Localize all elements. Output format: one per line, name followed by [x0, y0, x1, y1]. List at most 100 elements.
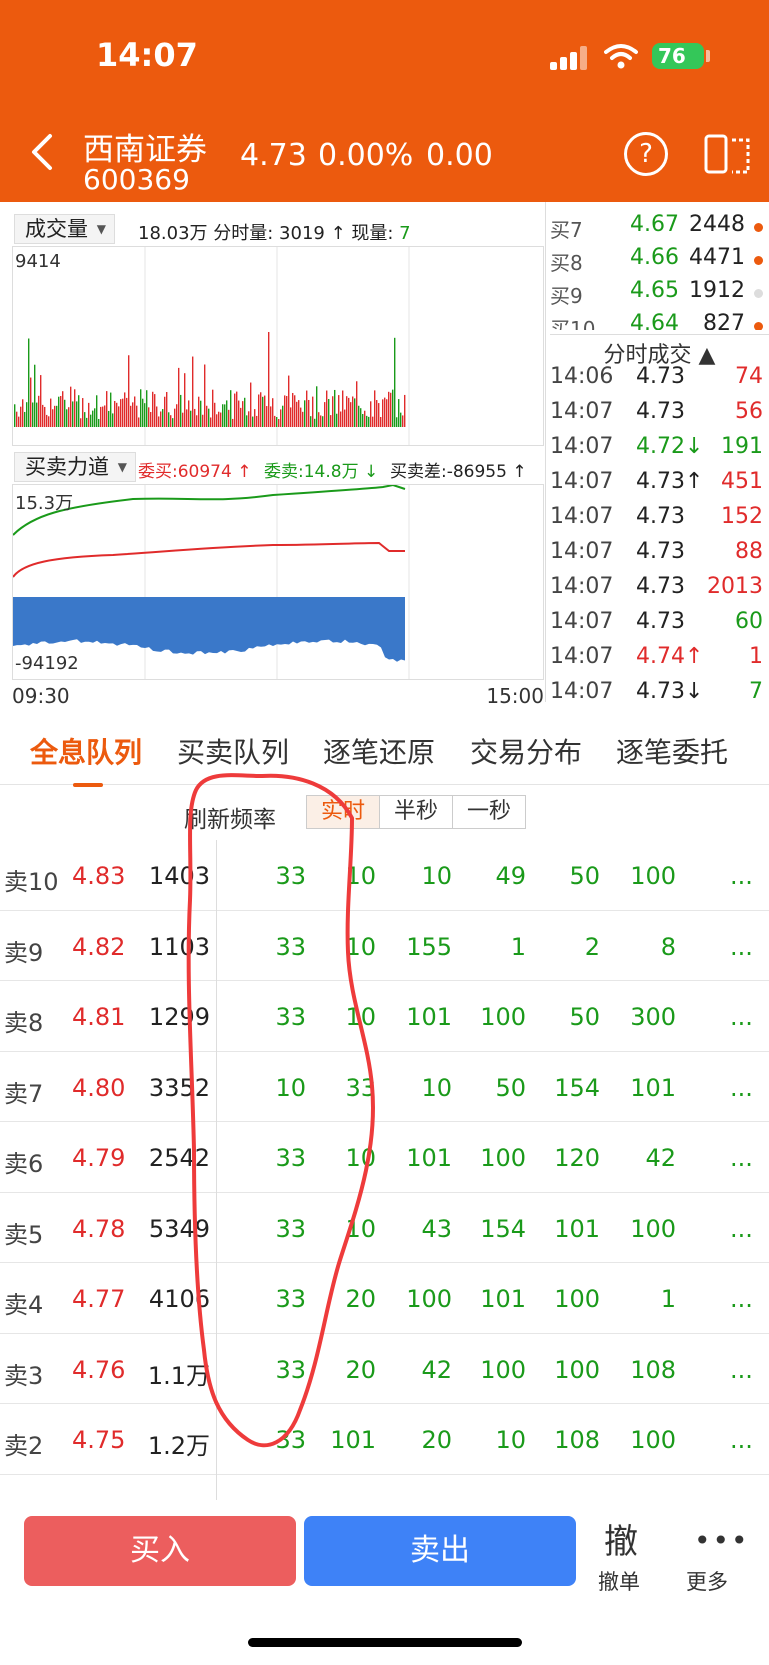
- tick-row: 14:06 4.73 74: [550, 360, 769, 395]
- queue-level-label: 卖4: [4, 1291, 44, 1319]
- volume-indicator-dropdown[interactable]: 成交量 ▼: [14, 214, 115, 244]
- force-bottom-label: -94192: [15, 653, 79, 674]
- queue-row[interactable]: 卖14.741.1万10037100310...: [0, 1475, 769, 1501]
- queue-more-icon[interactable]: ...: [730, 1356, 753, 1384]
- volume-bar: [36, 402, 38, 427]
- queue-more-icon[interactable]: ...: [730, 1144, 753, 1172]
- volume-bar: [238, 400, 240, 427]
- volume-bar: [286, 396, 288, 427]
- help-icon[interactable]: ?: [624, 132, 668, 176]
- tab-full-queue[interactable]: 全息队列: [30, 731, 142, 771]
- buy-button[interactable]: 买入: [24, 1516, 296, 1586]
- volume-bar: [320, 415, 322, 427]
- volume-bar: [148, 407, 150, 427]
- tab-trade-distribution[interactable]: 交易分布: [470, 731, 582, 771]
- force-indicator-dropdown[interactable]: 买卖力道 ▼: [14, 452, 136, 482]
- tick-price: 4.73↓: [636, 679, 704, 704]
- buy-level-row: 买7 4.67 2448: [550, 210, 769, 243]
- volume-bar: [246, 415, 248, 427]
- tick-time: 14:07: [550, 609, 614, 634]
- volume-bar: [30, 377, 32, 427]
- volume-bar: [294, 395, 296, 427]
- volume-bar: [370, 401, 372, 427]
- volume-bar: [278, 418, 280, 427]
- queue-order-cell: 20: [345, 1355, 376, 1384]
- tab-tick-restore[interactable]: 逐笔还原: [323, 731, 435, 771]
- battery-level: 76: [658, 44, 686, 68]
- queue-row[interactable]: 卖3 4.76 1.1万 33 20 42 100 100 108...: [0, 1334, 769, 1404]
- queue-row[interactable]: 卖6 4.79 2542 33 10 101 100 120 42...: [0, 1122, 769, 1193]
- volume-bar: [84, 412, 86, 427]
- tab-order-by-order[interactable]: 逐笔委托: [616, 731, 728, 771]
- refresh-realtime-button[interactable]: 实时: [307, 796, 381, 828]
- queue-more-icon[interactable]: ...: [730, 933, 753, 961]
- switch-stock-icon[interactable]: [704, 132, 752, 176]
- tick-row: 14:07 4.73 2013: [550, 570, 769, 605]
- order-diff: 买卖差:-86955 ↑: [390, 462, 527, 482]
- volume-bar: [258, 394, 260, 427]
- volume-bar: [144, 403, 146, 427]
- volume-bar: [66, 409, 68, 427]
- tick-time: 14:07: [550, 679, 614, 704]
- tick-row: 14:07 4.73 60: [550, 605, 769, 640]
- volume-bar: [300, 407, 302, 427]
- queue-more-icon[interactable]: ...: [730, 862, 753, 890]
- panel-divider: [545, 202, 546, 702]
- queue-order-cell: 100: [630, 862, 676, 890]
- cancel-order-icon[interactable]: 撤: [604, 1514, 638, 1563]
- volume-bar: [120, 399, 122, 427]
- refresh-half-second-button[interactable]: 半秒: [380, 796, 454, 828]
- buy-level-row: 买8 4.66 4471: [550, 243, 769, 276]
- refresh-one-second-button[interactable]: 一秒: [453, 796, 525, 828]
- queue-price: 4.82: [72, 932, 126, 961]
- volume-bar: [162, 409, 164, 427]
- queue-order-cell: 33: [275, 1285, 306, 1313]
- volume-bar: [194, 408, 196, 427]
- queue-row[interactable]: 卖7 4.80 3352 10 33 10 50 154 101...: [0, 1052, 769, 1122]
- queue-row[interactable]: 卖5 4.78 5349 33 10 43 154 101 100...: [0, 1193, 769, 1263]
- back-arrow-icon[interactable]: [28, 132, 58, 172]
- volume-bar: [296, 401, 298, 427]
- queue-volume: 1.2万: [147, 1432, 210, 1460]
- volume-bar: [22, 399, 24, 427]
- tab-trade-queue[interactable]: 买卖队列: [177, 731, 289, 771]
- volume-bar: [92, 410, 94, 427]
- stock-change-pct: 0.00%: [318, 138, 414, 173]
- queue-row[interactable]: 卖9 4.82 1103 33 10 155 1 2 8...: [0, 911, 769, 981]
- volume-bar: [268, 332, 270, 427]
- queue-row[interactable]: 卖2 4.75 1.2万 33 101 20 10 108 100...: [0, 1404, 769, 1475]
- queue-row[interactable]: 卖4 4.77 4106 33 20 100 101 100 1...: [0, 1263, 769, 1334]
- volume-bar: [368, 416, 370, 427]
- queue-order-cell: 33: [345, 1073, 376, 1102]
- more-label[interactable]: 更多: [686, 1566, 728, 1596]
- volume-toolbar: 成交量 ▼ 18.03万 分时量: 3019 ↑ 现量: 7: [14, 214, 544, 244]
- tick-row: 14:07 4.73 56: [550, 395, 769, 430]
- volume-bar: [14, 404, 16, 427]
- sell-button[interactable]: 卖出: [304, 1516, 576, 1586]
- volume-bar: [284, 395, 286, 427]
- queue-more-icon[interactable]: ...: [730, 1426, 753, 1454]
- volume-bar: [228, 409, 230, 427]
- volume-bar: [46, 414, 48, 427]
- queue-more-icon[interactable]: ...: [730, 1003, 753, 1031]
- queue-order-cell: 155: [406, 932, 452, 961]
- queue-more-icon[interactable]: ...: [730, 1215, 753, 1243]
- volume-bar: [70, 386, 72, 427]
- cancel-order-label[interactable]: 撤单: [598, 1566, 640, 1596]
- volume-bar: [316, 386, 318, 427]
- volume-bar: [146, 390, 148, 427]
- queue-order-cell: 101: [480, 1285, 526, 1313]
- volume-bar: [236, 391, 238, 427]
- queue-volume: 2542: [148, 1144, 210, 1172]
- more-dots-icon[interactable]: •••: [694, 1524, 750, 1557]
- volume-bar: [392, 389, 394, 427]
- buy-level-row: 买10 4.64 827: [550, 309, 769, 330]
- queue-row[interactable]: 卖8 4.81 1299 33 10 101 100 50 300...: [0, 981, 769, 1052]
- queue-more-icon[interactable]: ...: [730, 1285, 753, 1313]
- volume-bar: [372, 416, 374, 427]
- queue-more-icon[interactable]: ...: [730, 1074, 753, 1102]
- queue-row[interactable]: 卖10 4.83 1403 33 10 10 49 50 100...: [0, 840, 769, 911]
- volume-bar: [332, 396, 334, 427]
- queue-order-cell: 10: [421, 862, 452, 890]
- queue-order-cell: 50: [569, 1003, 600, 1031]
